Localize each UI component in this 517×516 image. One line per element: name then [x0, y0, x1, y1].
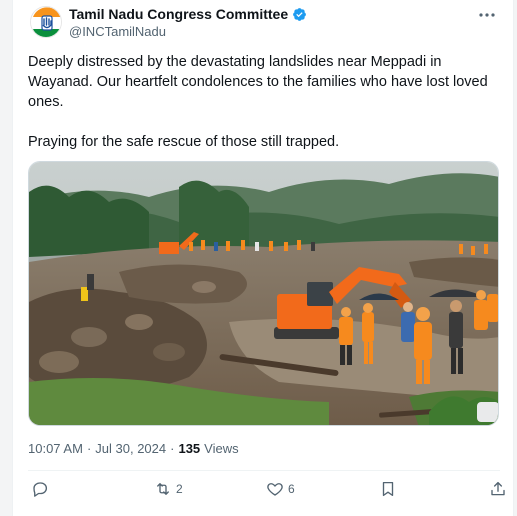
divider — [28, 470, 500, 471]
tweet-time[interactable]: 10:07 AM — [28, 441, 83, 456]
account-name-row[interactable]: Tamil Nadu Congress Committee — [69, 6, 307, 22]
account-handle[interactable]: @INCTamilNadu — [69, 24, 166, 39]
views-count: 135 — [178, 441, 201, 456]
like-count: 6 — [288, 482, 295, 496]
landslide-rescue-photo — [29, 162, 498, 425]
like-button[interactable]: 6 — [266, 480, 295, 498]
retweet-icon — [157, 483, 169, 495]
tweet-paragraph: Deeply distressed by the devastating lan… — [28, 54, 488, 110]
meta-separator: · — [170, 441, 175, 456]
reply-button[interactable] — [31, 480, 53, 498]
meta-separator: · — [86, 441, 92, 456]
reply-icon — [33, 482, 48, 497]
tweet-meta: 10:07 AM · Jul 30, 2024 · 135 Views — [28, 441, 239, 456]
retweet-count: 2 — [176, 482, 183, 496]
like-icon — [267, 483, 283, 496]
tweet-card: Tamil Nadu Congress Committee @INCTamilN… — [12, 0, 514, 516]
share-icon — [491, 481, 505, 496]
verified-badge-icon — [293, 7, 307, 21]
retweet-button[interactable]: 2 — [154, 480, 183, 498]
bookmark-icon — [382, 481, 394, 497]
action-bar: 2 6 — [31, 480, 505, 502]
views-label: Views — [204, 441, 239, 456]
bookmark-button[interactable] — [379, 480, 397, 498]
account-name[interactable]: Tamil Nadu Congress Committee — [69, 6, 288, 22]
share-button[interactable] — [489, 480, 507, 498]
tweet-photo[interactable] — [28, 161, 499, 426]
tweet-paragraph: Praying for the safe rescue of those sti… — [28, 134, 340, 150]
tweet-date[interactable]: Jul 30, 2024 — [95, 441, 166, 456]
more-icon[interactable] — [477, 8, 497, 22]
avatar[interactable] — [30, 6, 62, 38]
tweet-text: Deeply distressed by the devastating lan… — [28, 52, 504, 152]
congress-logo — [31, 7, 61, 37]
